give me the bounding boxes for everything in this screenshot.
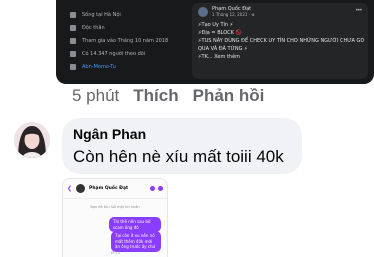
post-line: ⚡TK... Xem thêm <box>198 54 241 60</box>
reply-button[interactable]: Phản hồi <box>193 86 265 106</box>
avatar <box>76 184 86 193</box>
post-date: 1 Tháng 12, 2021 · ⊕ <box>212 12 255 17</box>
chat-header-icons <box>147 186 163 191</box>
comment-thread: Sống tại Hà Nội Độc thân Tham gia vào Th… <box>0 0 374 257</box>
profile-row-text: Có 14.347 người theo dõi <box>82 50 146 57</box>
comment-timestamp[interactable]: 5 phút <box>72 86 119 106</box>
home-icon <box>70 11 76 18</box>
video-call-icon <box>158 186 163 191</box>
profile-intro: Sống tại Hà Nội Độc thân Tham gia vào Th… <box>70 8 180 73</box>
profile-row: Độc thân <box>70 21 180 34</box>
like-button[interactable]: Thích <box>133 86 178 106</box>
chat-message: Thì thế nên sau bữ scam ông đó <box>109 217 161 232</box>
profile-row: Abn-Momo-Tu <box>70 60 180 73</box>
back-arrow-icon: ❮ <box>67 186 73 192</box>
attached-chat-screenshot[interactable]: ❮ Phạm Quốc Đạt Bạn đã thu hồi một tin n… <box>62 178 168 257</box>
comment-text: Còn hên nè xíu mất toiii 40k <box>73 147 284 166</box>
avatar <box>198 6 208 17</box>
avatar-image <box>14 122 50 158</box>
call-icon <box>150 186 155 191</box>
post-line: ⚡Địa = BLOCK 🚫 <box>198 30 242 36</box>
profile-row: Sống tại Hà Nội <box>70 8 180 21</box>
chat-header: ❮ Phạm Quốc Đạt <box>63 179 167 199</box>
profile-row-text: Abn-Momo-Tu <box>82 63 116 70</box>
profile-row-text: Sống tại Hà Nội <box>82 11 121 18</box>
heart-icon <box>70 24 76 31</box>
comment-bubble: Ngân Phan Còn hên nè xíu mất toiii 40k <box>62 118 302 174</box>
chat-contact-name: Phạm Quốc Đạt <box>89 186 129 191</box>
comment-author[interactable]: Ngân Phan <box>73 126 291 142</box>
embedded-post: Phạm Quốc Đạt 1 Tháng 12, 2021 · ⊕ ••• ⚡… <box>192 3 368 79</box>
more-icon: ••• <box>355 8 362 14</box>
clock-icon <box>70 37 76 44</box>
rss-icon <box>70 50 76 57</box>
post-line: ⚡TUS NÀY DÙNG ĐỂ CHECK UY TÍN CHO NHỮNG … <box>198 38 365 44</box>
system-message: Bạn đã thu hồi một tin nhắn <box>90 205 140 209</box>
post-line: QUA VÀ ĐÃ TỪNG ⚡ <box>198 46 248 52</box>
profile-row: Có 14.347 người theo dõi <box>70 47 180 60</box>
avatar[interactable] <box>14 122 50 158</box>
comment-actions: 5 phút Thích Phản hồi <box>72 86 278 106</box>
post-header: Phạm Quốc Đạt 1 Tháng 12, 2021 · ⊕ ••• <box>192 3 368 17</box>
chat-timestamp: 13:13 <box>109 251 121 255</box>
profile-row-text: Độc thân <box>82 24 105 31</box>
profile-row-text: Tham gia vào Tháng 10 năm 2018 <box>82 37 169 44</box>
instagram-icon <box>70 63 76 70</box>
profile-row: Tham gia vào Tháng 10 năm 2018 <box>70 34 180 47</box>
chat-message: Tại còn ít xu nên nó mất thêm 40k mới ăn… <box>111 231 161 252</box>
post-line: ⚡Tạo Uy Tín ⚡ <box>198 22 234 28</box>
embedded-profile-screenshot[interactable]: Sống tại Hà Nội Độc thân Tham gia vào Th… <box>56 0 374 84</box>
